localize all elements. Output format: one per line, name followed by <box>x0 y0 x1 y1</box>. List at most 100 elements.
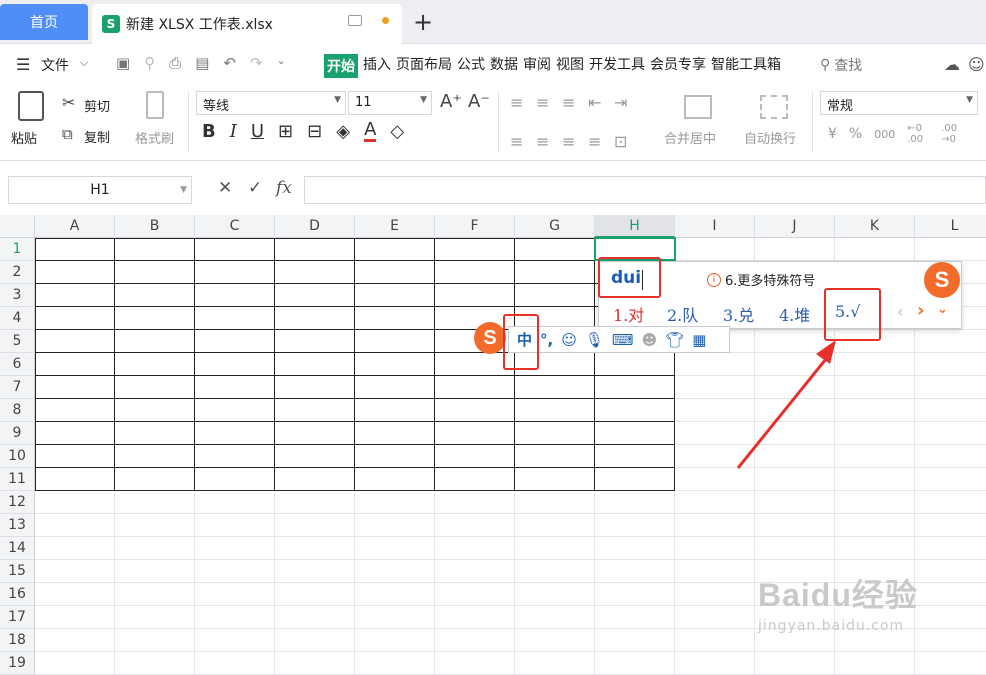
cell-h18[interactable] <box>595 629 675 652</box>
row-header-18[interactable]: 18 <box>0 629 35 652</box>
cell-l7[interactable] <box>915 376 986 399</box>
font-increase-icon[interactable]: A⁺ <box>440 91 462 112</box>
row-header-17[interactable]: 17 <box>0 606 35 629</box>
cell-b2[interactable] <box>115 261 195 284</box>
font-name-select[interactable]: 等线 ▼ <box>196 91 346 115</box>
font-decrease-icon[interactable]: A⁻ <box>468 91 490 112</box>
cell-e2[interactable] <box>355 261 435 284</box>
cell-e10[interactable] <box>355 445 435 468</box>
cell-h13[interactable] <box>595 514 675 537</box>
cell-g8[interactable] <box>515 399 595 422</box>
row-header-9[interactable]: 9 <box>0 422 35 445</box>
cell-f7[interactable] <box>435 376 515 399</box>
cell-d2[interactable] <box>275 261 355 284</box>
cell-l6[interactable] <box>915 353 986 376</box>
cell-l5[interactable] <box>915 330 986 353</box>
formula-input[interactable] <box>304 176 986 204</box>
cell-e1[interactable] <box>355 238 435 261</box>
row-header-13[interactable]: 13 <box>0 514 35 537</box>
cell-f17[interactable] <box>435 606 515 629</box>
fill-color-icon[interactable]: ◈ <box>336 121 350 142</box>
cell-i19[interactable] <box>675 652 755 675</box>
cell-d6[interactable] <box>275 353 355 376</box>
format-painter-icon[interactable] <box>146 91 164 119</box>
cell-a17[interactable] <box>35 606 115 629</box>
align-center-icon[interactable]: ≡ <box>536 132 562 151</box>
cell-g9[interactable] <box>515 422 595 445</box>
italic-icon[interactable]: I <box>230 121 237 142</box>
justify-icon[interactable]: ≡ <box>588 132 614 151</box>
undo-icon[interactable]: ↶ <box>223 54 236 72</box>
cell-c8[interactable] <box>195 399 275 422</box>
copy-button[interactable]: 复制 <box>84 127 110 146</box>
cell-c9[interactable] <box>195 422 275 445</box>
cell-d18[interactable] <box>275 629 355 652</box>
cell-c7[interactable] <box>195 376 275 399</box>
column-header-l[interactable]: L <box>915 215 986 238</box>
cell-g17[interactable] <box>515 606 595 629</box>
column-header-d[interactable]: D <box>275 215 355 238</box>
cell-a3[interactable] <box>35 284 115 307</box>
cell-c10[interactable] <box>195 445 275 468</box>
merge-center-button[interactable]: 合并居中 <box>664 128 716 147</box>
cell-b16[interactable] <box>115 583 195 606</box>
cell-c3[interactable] <box>195 284 275 307</box>
cell-g18[interactable] <box>515 629 595 652</box>
ime-more-symbols-hint[interactable]: i 6.更多特殊符号 <box>707 270 815 289</box>
cell-d19[interactable] <box>275 652 355 675</box>
microphone-icon[interactable]: 🎙︎ <box>585 331 604 349</box>
row-header-7[interactable]: 7 <box>0 376 35 399</box>
column-header-h[interactable]: H <box>595 215 675 238</box>
prev-page-icon[interactable]: ‹ <box>897 302 903 321</box>
cell-h12[interactable] <box>595 491 675 514</box>
row-header-10[interactable]: 10 <box>0 445 35 468</box>
font-color-icon[interactable]: A <box>364 121 377 142</box>
menu-tab-insert[interactable]: 插入 <box>363 54 391 78</box>
cell-l18[interactable] <box>915 629 986 652</box>
column-header-c[interactable]: C <box>195 215 275 238</box>
cell-e18[interactable] <box>355 629 435 652</box>
print-preview-icon[interactable]: ▤ <box>195 54 209 72</box>
format-brush-icon[interactable]: ⚲ <box>144 54 155 72</box>
cell-d9[interactable] <box>275 422 355 445</box>
ime-candidate-4[interactable]: 4.堆 <box>779 302 810 326</box>
cell-a12[interactable] <box>35 491 115 514</box>
cell-h19[interactable] <box>595 652 675 675</box>
cell-c15[interactable] <box>195 560 275 583</box>
cell-e19[interactable] <box>355 652 435 675</box>
cell-f19[interactable] <box>435 652 515 675</box>
row-header-19[interactable]: 19 <box>0 652 35 675</box>
menu-file[interactable]: 文件 <box>41 55 69 75</box>
menu-tab-view[interactable]: 视图 <box>556 54 584 78</box>
format-painter-button[interactable]: 格式刷 <box>135 128 174 147</box>
row-header-16[interactable]: 16 <box>0 583 35 606</box>
cell-f2[interactable] <box>435 261 515 284</box>
cell-l16[interactable] <box>915 583 986 606</box>
cell-b5[interactable] <box>115 330 195 353</box>
cell-d17[interactable] <box>275 606 355 629</box>
cell-c14[interactable] <box>195 537 275 560</box>
cell-d3[interactable] <box>275 284 355 307</box>
cell-f15[interactable] <box>435 560 515 583</box>
row-header-2[interactable]: 2 <box>0 261 35 284</box>
currency-button[interactable]: ¥ <box>828 126 837 142</box>
select-all-corner[interactable] <box>0 215 35 238</box>
cell-c11[interactable] <box>195 468 275 491</box>
menu-tab-smart-tools[interactable]: 智能工具箱 <box>711 54 781 78</box>
hamburger-icon[interactable]: ☰ <box>16 55 30 74</box>
cell-a14[interactable] <box>35 537 115 560</box>
cell-l8[interactable] <box>915 399 986 422</box>
cell-l15[interactable] <box>915 560 986 583</box>
cell-e15[interactable] <box>355 560 435 583</box>
cell-h11[interactable] <box>595 468 675 491</box>
cell-b18[interactable] <box>115 629 195 652</box>
cell-f16[interactable] <box>435 583 515 606</box>
cell-i16[interactable] <box>675 583 755 606</box>
row-header-14[interactable]: 14 <box>0 537 35 560</box>
emoji-icon[interactable]: ☺ <box>561 331 577 349</box>
cloud-icon[interactable]: ☁ <box>944 55 960 74</box>
menu-tab-formula[interactable]: 公式 <box>457 54 485 78</box>
cell-b1[interactable] <box>115 238 195 261</box>
row-header-5[interactable]: 5 <box>0 330 35 353</box>
chevron-down-icon[interactable]: ▼ <box>180 185 187 195</box>
